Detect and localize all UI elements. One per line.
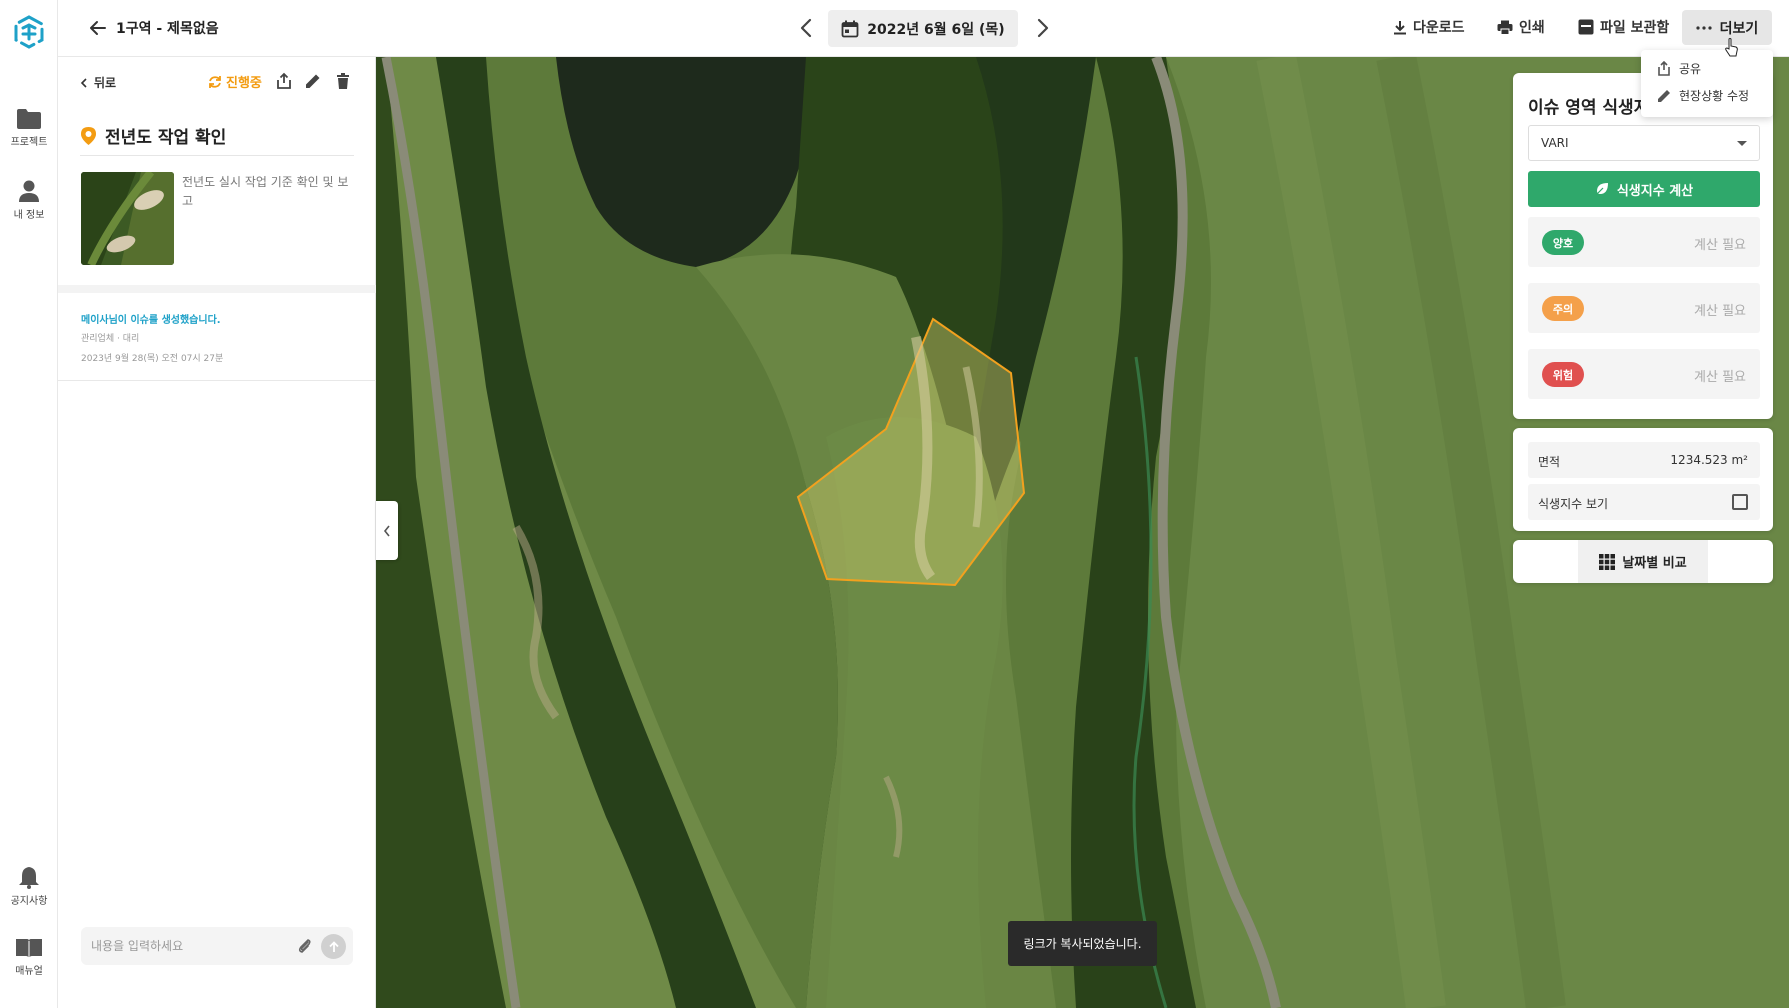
- share-icon[interactable]: [275, 72, 293, 90]
- print-label: 인쇄: [1519, 20, 1545, 36]
- comment-input[interactable]: [91, 927, 281, 965]
- index-type-select[interactable]: VARI: [1528, 125, 1760, 161]
- location-pin-icon: [81, 126, 96, 145]
- mouse-cursor-icon: [1725, 38, 1738, 57]
- date-label: 2022년 6월 6일 (목): [867, 21, 1005, 38]
- chevron-left-icon: [383, 525, 390, 536]
- vegetation-index-card: 이슈 영역 식생지수 VARI 식생지수 계산 양호 계산 필요 주의 계산 필…: [1513, 73, 1773, 419]
- compare-card: 날짜별 비교: [1513, 540, 1773, 583]
- menu-item-label: 현장상황 수정: [1679, 89, 1750, 103]
- rail-item-manual[interactable]: 매뉴얼: [0, 937, 58, 977]
- rail-item-projects[interactable]: 프로젝트: [0, 108, 58, 148]
- caution-badge: 주의: [1542, 296, 1584, 321]
- danger-badge: 위험: [1542, 362, 1584, 387]
- bell-icon: [19, 867, 39, 889]
- download-button[interactable]: 다운로드: [1393, 17, 1465, 37]
- status-badge[interactable]: 진행중: [208, 72, 262, 91]
- rail-item-notices[interactable]: 공지사항: [0, 865, 58, 907]
- back-arrow-icon[interactable]: [88, 18, 108, 38]
- file-archive-button[interactable]: 파일 보관함: [1578, 17, 1669, 37]
- comment-box: [81, 927, 353, 965]
- section-divider: [58, 285, 376, 293]
- calculate-index-button[interactable]: 식생지수 계산: [1528, 171, 1760, 207]
- more-dropdown-menu: 공유 현장상황 수정: [1641, 50, 1773, 117]
- activity-log-author: 관리업체 · 대리: [81, 334, 140, 344]
- download-icon: [1394, 20, 1406, 34]
- divider: [80, 155, 354, 156]
- caution-value: 계산 필요: [1694, 304, 1746, 319]
- divider: [58, 380, 376, 381]
- more-dots-icon: [1696, 25, 1712, 30]
- trash-icon[interactable]: [334, 72, 352, 90]
- status-label: 진행중: [226, 76, 262, 91]
- calc-button-label: 식생지수 계산: [1616, 183, 1694, 199]
- arrow-up-icon: [328, 940, 339, 952]
- grid-icon: [1599, 553, 1616, 570]
- app-logo[interactable]: [11, 14, 47, 50]
- index-type-value: VARI: [1541, 136, 1569, 150]
- calendar-icon: [841, 20, 859, 37]
- share-icon: [1658, 61, 1670, 76]
- print-button[interactable]: 인쇄: [1497, 17, 1545, 37]
- index-row-good: 양호 계산 필요: [1528, 217, 1760, 267]
- date-picker[interactable]: 2022년 6월 6일 (목): [828, 10, 1018, 47]
- menu-item-edit-status[interactable]: 현장상황 수정: [1657, 87, 1749, 104]
- index-row-caution: 주의 계산 필요: [1528, 283, 1760, 333]
- folder-icon: [17, 109, 41, 129]
- archive-label: 파일 보관함: [1600, 20, 1670, 36]
- compare-by-date-button[interactable]: 날짜별 비교: [1578, 540, 1708, 583]
- next-date-button[interactable]: [1030, 16, 1054, 40]
- book-icon: [16, 939, 42, 958]
- left-rail: 프로젝트 내 정보 공지사항 매뉴얼: [0, 0, 58, 1008]
- pencil-icon: [1658, 89, 1670, 102]
- more-label: 더보기: [1719, 20, 1759, 37]
- refresh-icon: [209, 75, 221, 88]
- rail-item-label: 매뉴얼: [15, 966, 43, 977]
- good-value: 계산 필요: [1694, 238, 1746, 253]
- prev-date-button[interactable]: [795, 16, 819, 40]
- panel-back-button[interactable]: 뒤로: [80, 74, 116, 91]
- index-row-danger: 위험 계산 필요: [1528, 349, 1760, 399]
- issue-title: 전년도 작업 확인: [80, 123, 226, 148]
- issue-description: 전년도 실시 작업 기준 확인 및 보고: [182, 175, 349, 208]
- compare-label: 날짜별 비교: [1622, 556, 1687, 571]
- person-icon: [19, 180, 39, 202]
- area-label: 면적: [1538, 455, 1561, 469]
- archive-icon: [1578, 19, 1594, 35]
- rail-item-my-info[interactable]: 내 정보: [0, 179, 58, 221]
- issue-title-text: 전년도 작업 확인: [105, 128, 227, 148]
- area-value: 1234.523 m²: [1670, 453, 1748, 467]
- rail-item-label: 프로젝트: [10, 137, 48, 148]
- issue-panel: 뒤로 진행중 전년도 작업 확인 전년도 실시 작업 기준 확인 및 보고 메이…: [58, 57, 376, 1008]
- vegetation-toggle-label: 식생지수 보기: [1538, 497, 1609, 511]
- good-badge: 양호: [1542, 230, 1584, 255]
- top-bar: 1구역 - 제목없음 2022년 6월 6일 (목) 다운로드 인쇄 파일 보관…: [58, 0, 1789, 57]
- vegetation-toggle-row: 식생지수 보기: [1528, 484, 1760, 520]
- collapse-panel-button[interactable]: [376, 501, 398, 560]
- menu-item-share[interactable]: 공유: [1657, 60, 1701, 77]
- paperclip-icon[interactable]: [296, 937, 314, 955]
- caret-down-icon: [1737, 141, 1747, 146]
- leaf-icon: [1595, 183, 1608, 196]
- send-button[interactable]: [321, 934, 346, 959]
- printer-icon: [1497, 20, 1513, 35]
- toast-message: 링크가 복사되었습니다.: [1008, 921, 1157, 966]
- rail-item-label: 내 정보: [13, 210, 45, 221]
- chevron-left-icon: [80, 77, 87, 88]
- menu-item-label: 공유: [1679, 62, 1702, 76]
- download-label: 다운로드: [1413, 20, 1465, 36]
- panel-back-label: 뒤로: [94, 76, 117, 90]
- area-card: 면적 1234.523 m² 식생지수 보기: [1513, 428, 1773, 531]
- rail-item-label: 공지사항: [10, 896, 48, 907]
- activity-log-title: 메이사님이 이슈를 생성했습니다.: [81, 315, 221, 326]
- page-title: 1구역 - 제목없음: [116, 21, 219, 37]
- danger-value: 계산 필요: [1694, 370, 1746, 385]
- activity-log-date: 2023년 9월 28(목) 오전 07시 27분: [81, 354, 224, 364]
- area-row: 면적 1234.523 m²: [1528, 442, 1760, 478]
- edit-icon[interactable]: [304, 72, 322, 90]
- vegetation-toggle-checkbox[interactable]: [1732, 494, 1748, 510]
- issue-thumbnail[interactable]: [81, 172, 174, 265]
